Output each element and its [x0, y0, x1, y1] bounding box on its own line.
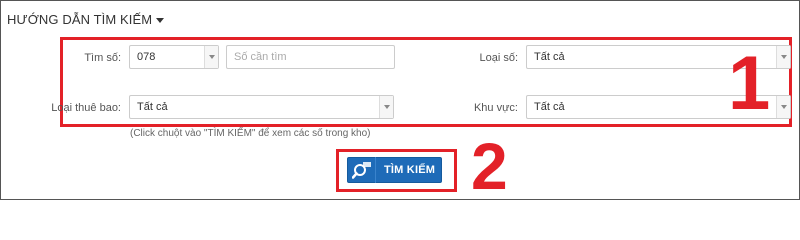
region-dropdown-arrow [776, 96, 790, 118]
chevron-down-icon [384, 105, 390, 109]
prefix-select[interactable]: 078 [129, 45, 219, 69]
subscriber-type-dropdown-arrow [379, 96, 393, 118]
subscriber-type-value: Tất cả [137, 101, 168, 113]
subscriber-type-select[interactable]: Tất cả [129, 95, 394, 119]
search-hint-text: (Click chuột vào "TÌM KIẾM" để xem các s… [130, 128, 371, 139]
search-guide-toggle[interactable]: HƯỚNG DẪN TÌM KIẾM [7, 12, 165, 27]
caret-down-icon [156, 17, 165, 23]
number-type-dropdown-arrow [776, 46, 790, 68]
find-number-label: Tìm số: [84, 52, 121, 64]
chevron-down-icon [781, 55, 787, 59]
prefix-dropdown-arrow [204, 46, 218, 68]
annotation-number-1: 1 [728, 41, 771, 126]
annotation-number-2: 2 [471, 129, 508, 203]
number-search-input[interactable] [226, 45, 395, 69]
chevron-down-icon [781, 105, 787, 109]
number-type-label: Loại số: [479, 52, 518, 64]
region-value: Tất cả [534, 101, 565, 113]
page-frame: HƯỚNG DẪN TÌM KIẾM Tìm số: 078 Loại số: … [0, 0, 800, 200]
chevron-down-icon [209, 55, 215, 59]
search-button[interactable]: TÌM KIẾM [347, 157, 442, 183]
search-icon [348, 157, 376, 183]
subscriber-type-label: Loại thuê bao: [51, 102, 121, 114]
region-label: Khu vực: [473, 102, 518, 114]
prefix-select-value: 078 [137, 51, 156, 63]
search-guide-title: HƯỚNG DẪN TÌM KIẾM [7, 12, 153, 27]
number-type-value: Tất cả [534, 51, 565, 63]
search-button-label: TÌM KIẾM [384, 164, 436, 176]
